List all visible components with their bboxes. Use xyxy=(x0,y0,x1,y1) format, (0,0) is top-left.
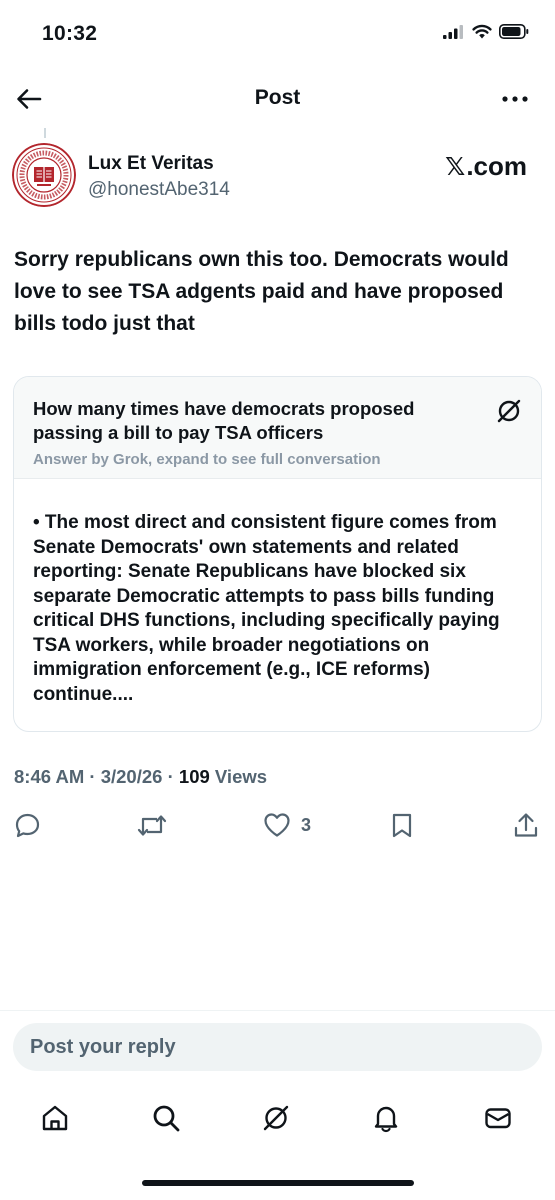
status-icons xyxy=(443,24,529,39)
share-button[interactable] xyxy=(513,812,539,839)
grok-icon xyxy=(263,1105,289,1131)
university-seal-icon xyxy=(12,143,76,207)
mail-icon xyxy=(485,1108,511,1129)
page-title: Post xyxy=(254,86,301,109)
grok-answer-card[interactable]: How many times have democrats proposed p… xyxy=(13,376,542,732)
grok-answer-text: • The most direct and consistent figure … xyxy=(33,512,500,705)
repost-button[interactable] xyxy=(137,812,167,839)
source-domain: .com xyxy=(466,151,527,181)
post-text: Sorry republicans own this too. Democrat… xyxy=(14,248,509,335)
home-icon xyxy=(42,1105,68,1131)
status-bar: 10:32 xyxy=(0,0,555,70)
post-meta: 8:46 AM · 3/20/26 · 109 Views xyxy=(14,766,267,788)
tab-notifications[interactable] xyxy=(368,1100,404,1136)
tab-messages[interactable] xyxy=(480,1100,516,1136)
tab-search[interactable] xyxy=(148,1100,184,1136)
bottom-tab-bar xyxy=(0,1092,555,1144)
more-horizontal-icon xyxy=(502,96,528,102)
more-options-button[interactable] xyxy=(497,84,533,114)
reply-icon xyxy=(15,813,40,838)
bell-icon xyxy=(374,1106,398,1133)
reply-button[interactable] xyxy=(14,812,41,839)
battery-icon xyxy=(499,24,529,39)
source-label: 𝕏 .com xyxy=(445,151,527,182)
tab-home[interactable] xyxy=(37,1100,73,1136)
post-actions: 3 xyxy=(0,808,555,848)
bookmark-button[interactable] xyxy=(390,812,414,839)
meta-separator: · xyxy=(84,766,101,787)
repost-icon xyxy=(137,815,167,836)
post-date: 3/20/26 xyxy=(100,766,163,787)
post-author: Lux Et Veritas @honestAbe314 𝕏 .com xyxy=(12,143,543,207)
status-time: 10:32 xyxy=(42,22,98,45)
heart-icon xyxy=(264,813,290,837)
x-logo-icon: 𝕏 xyxy=(445,152,466,181)
grok-card-header: How many times have democrats proposed p… xyxy=(14,377,541,479)
home-indicator[interactable] xyxy=(142,1180,414,1186)
post-time: 8:46 AM xyxy=(14,766,85,787)
tab-grok[interactable] xyxy=(258,1100,294,1136)
author-handle[interactable]: @honestAbe314 xyxy=(88,179,230,201)
thread-connector-line xyxy=(44,128,46,138)
grok-icon xyxy=(497,399,521,423)
grok-question: How many times have democrats proposed p… xyxy=(33,398,415,443)
wifi-icon xyxy=(472,24,492,39)
signal-icon xyxy=(443,24,463,39)
like-button[interactable]: 3 xyxy=(263,812,311,838)
meta-separator: · xyxy=(162,766,179,787)
divider xyxy=(0,1010,555,1011)
author-name[interactable]: Lux Et Veritas xyxy=(88,153,214,175)
reply-input[interactable]: Post your reply xyxy=(13,1023,542,1071)
views-label[interactable]: Views xyxy=(210,766,267,787)
bookmark-icon xyxy=(392,813,412,838)
reply-placeholder: Post your reply xyxy=(30,1036,176,1058)
nav-bar: Post xyxy=(0,76,555,122)
avatar[interactable] xyxy=(12,143,76,207)
like-count: 3 xyxy=(301,814,312,835)
search-icon xyxy=(153,1105,180,1132)
share-icon xyxy=(514,813,538,837)
views-count: 109 xyxy=(178,766,210,787)
grok-subtitle: Answer by Grok, expand to see full conve… xyxy=(33,451,381,468)
